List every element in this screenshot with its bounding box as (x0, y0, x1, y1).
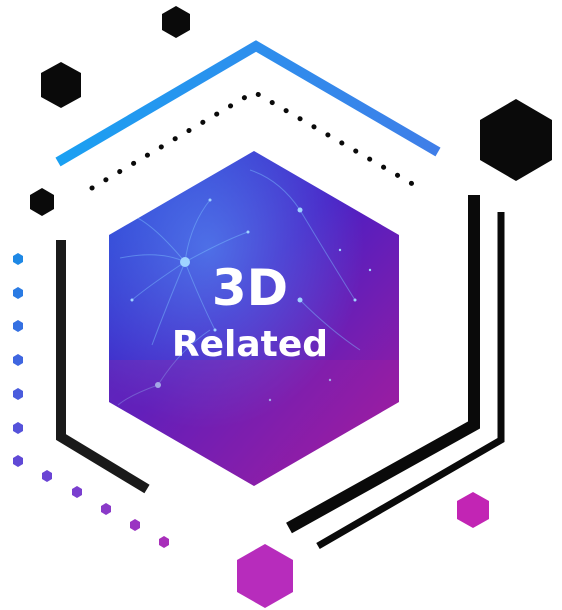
bottom-dot-diagonal (42, 470, 169, 548)
left-dot-column (13, 253, 23, 467)
decorative-hexagon-graphic: 3D Related (13, 6, 552, 608)
black-hexagon-top (162, 6, 190, 38)
black-hexagon-right (480, 99, 552, 181)
blue-chevron-line (55, 40, 441, 167)
title-line-2: Related (172, 324, 328, 365)
neural-network-particles-image (109, 151, 399, 486)
magenta-hexagon-small (457, 492, 489, 528)
black-hexagon-small-left (30, 188, 54, 216)
magenta-hexagon-bottom (237, 544, 293, 608)
title-line-1: 3D (212, 259, 288, 317)
black-hexagon-left (41, 62, 81, 108)
central-hexagon: 3D Related (109, 151, 399, 486)
